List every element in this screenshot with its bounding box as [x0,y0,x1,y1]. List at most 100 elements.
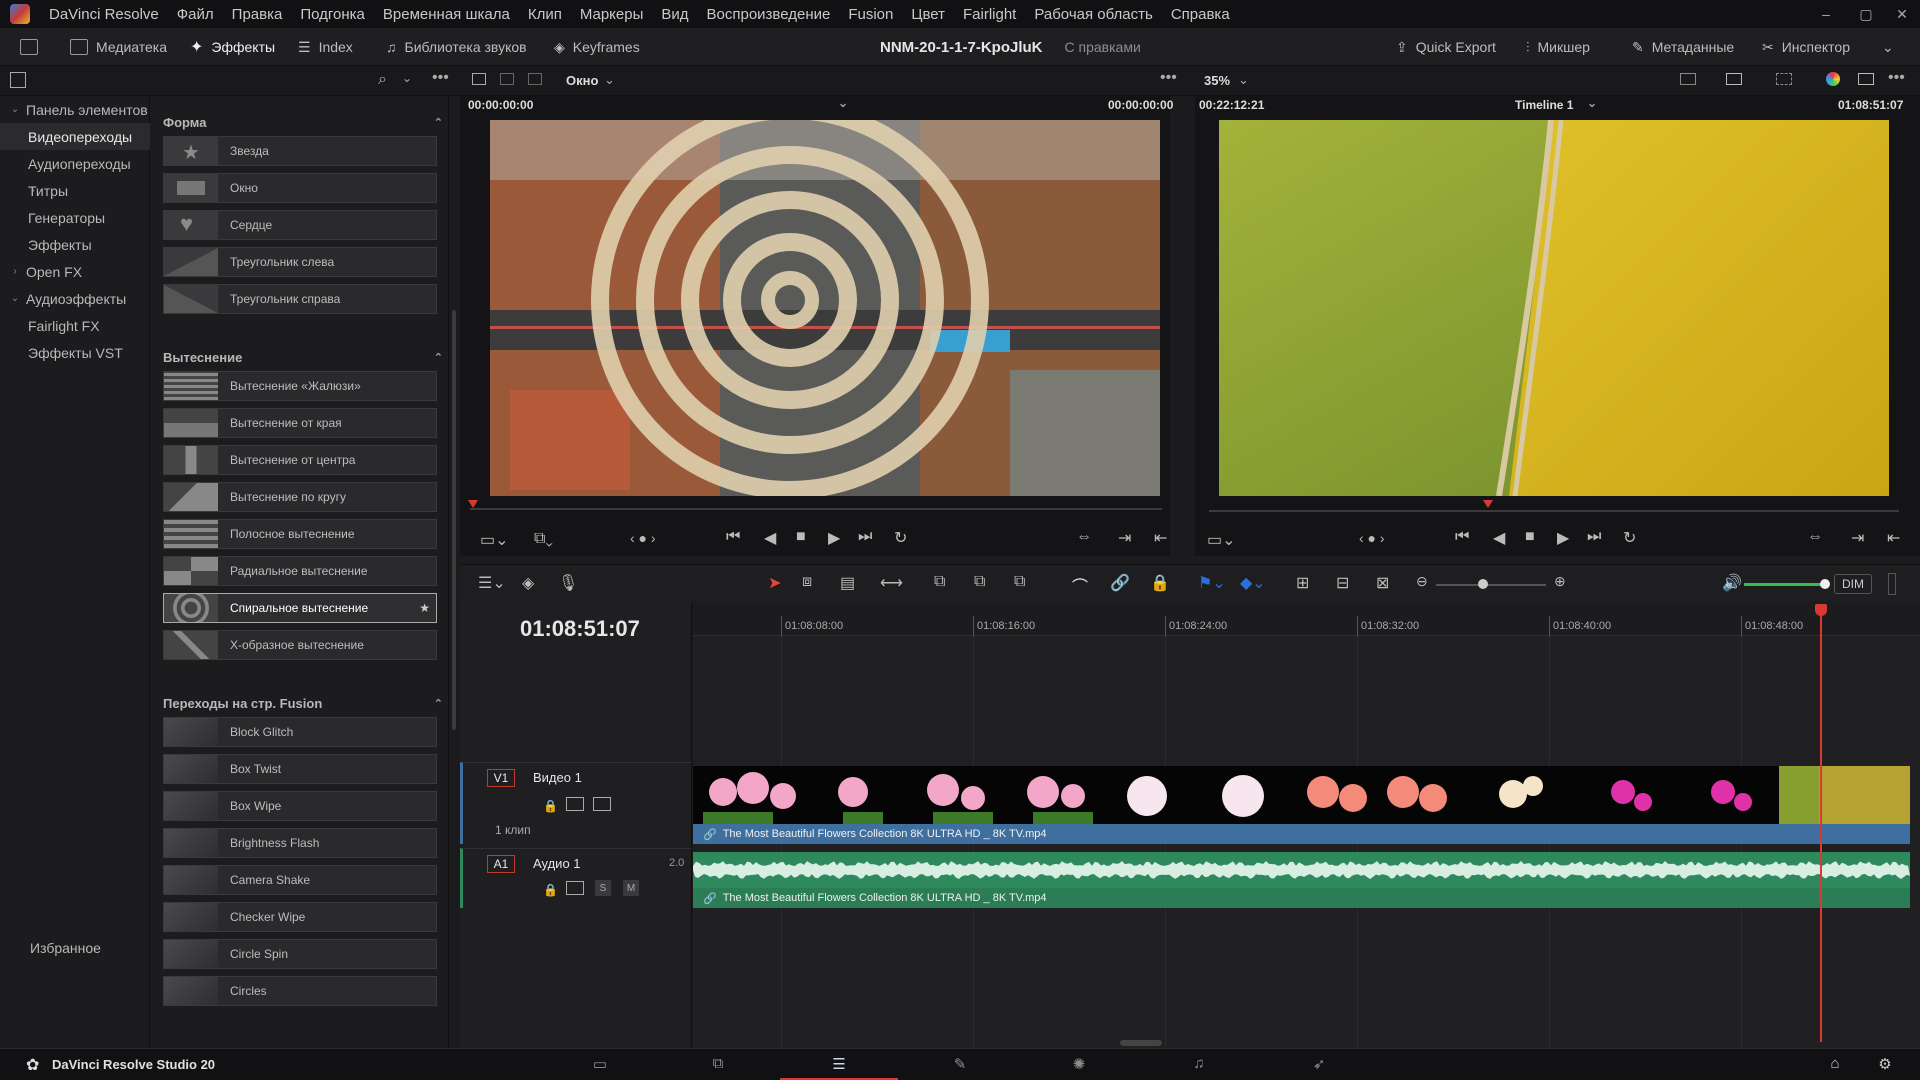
zoom-slider-handle[interactable] [1478,579,1488,589]
effect-item[interactable]: Треугольник справа [163,284,437,314]
trim-edit-icon[interactable]: ⧈ [802,573,812,591]
tree-item[interactable]: ⌄ Аудиоэффекты [0,285,150,312]
minimize-button[interactable]: – [1806,0,1846,28]
menu-view[interactable]: Вид [652,6,697,23]
chevron-up-icon[interactable]: ⌃ [434,697,443,710]
chevron-down-icon[interactable]: ⌄ [402,71,412,85]
effect-item[interactable]: Радиальное вытеснение [163,556,437,586]
fusion-page-icon[interactable]: ✎ [949,1055,971,1073]
inspector-button[interactable]: ✂ Инспектор [1762,28,1850,66]
zoom-slider[interactable] [1436,584,1546,586]
audio-track-name[interactable]: Аудио 1 [533,856,581,871]
play-reverse-icon[interactable]: ◀ [1493,528,1505,548]
menu-timeline[interactable]: Временная шкала [374,6,519,23]
chevron-down-icon[interactable]: ⌄ [1587,96,1597,114]
transform-overlay-icon[interactable] [1776,73,1792,85]
blade-icon[interactable]: ⟷ [880,573,903,593]
dual-viewer-icon[interactable] [500,73,514,85]
zoom-custom-icon[interactable]: ⊠ [1376,573,1389,593]
fullscreen-viewer-icon[interactable] [1858,73,1874,85]
effect-item[interactable]: Circle Spin [163,939,437,969]
effect-item[interactable]: Box Twist [163,754,437,784]
sound-library-button[interactable]: ♫ Библиотека звуков [386,28,527,66]
source-mode-select[interactable]: Окно [566,73,598,88]
metadata-button[interactable]: ✎ Метаданные [1632,28,1734,66]
source-playhead-marker[interactable] [468,500,478,508]
favorites-label[interactable]: Избранное [0,934,150,961]
menu-workspace[interactable]: Рабочая область [1025,6,1161,23]
stop-icon[interactable]: ■ [796,528,806,546]
effect-item[interactable]: Camera Shake [163,865,437,895]
selection-pointer-icon[interactable]: ➤ [768,573,781,593]
menu-color[interactable]: Цвет [902,6,954,23]
tree-item[interactable]: Fairlight FX [0,312,150,339]
search-icon[interactable]: ⌕ [378,71,387,89]
effect-item[interactable]: X-образное вытеснение [163,630,437,660]
effect-item[interactable]: Box Wipe [163,791,437,821]
effects-section-header[interactable]: Вытеснение ⌃ [163,345,443,369]
mark-out-icon[interactable]: ⇤ [1887,528,1900,548]
chevron-up-icon[interactable]: ⌃ [434,116,443,129]
video-track-header[interactable]: V1 Видео 1 🔒 1 клип [460,762,692,844]
effects-button[interactable]: ✦ Эффекты [190,28,275,66]
menu-help[interactable]: Справка [1162,6,1239,23]
effect-item[interactable]: Спиральное вытеснение ★ [163,593,437,623]
tree-item[interactable]: › Титры [0,177,150,204]
chevron-up-icon[interactable]: ⌃ [434,351,443,364]
tree-item[interactable]: › Open FX [0,258,150,285]
mark-in-icon[interactable]: ⇥ [1851,528,1864,548]
match-frame-icon[interactable]: ⇔ [1807,528,1823,546]
match-frame-icon[interactable]: ⇔ [1076,528,1092,546]
zoom-in-icon[interactable]: ⊕ [1554,573,1566,590]
play-icon[interactable]: ▶ [828,528,840,548]
cinema-viewer-icon[interactable] [528,73,542,85]
effects-scrollbar[interactable] [452,310,456,730]
audio-track-header[interactable]: A1 Аудио 1 2.0 🔒 S M [460,848,692,908]
audio-clip-label-bar[interactable]: 🔗 The Most Beautiful Flowers Collection … [693,888,1910,908]
go-to-start-icon[interactable]: ⏮ [1455,528,1469,546]
lock-icon[interactable]: 🔒 [543,799,558,813]
media-pool-button[interactable]: Медиатека [70,28,167,66]
position-lock-icon[interactable]: 🔒 [1150,573,1170,593]
mixer-button[interactable]: ⫶ Микшер [1526,28,1590,66]
timeline-name-select[interactable]: Timeline 1 [1515,98,1573,116]
settings-gear-icon[interactable]: ⚙ [1874,1055,1896,1073]
menu-trim[interactable]: Подгонка [291,6,374,23]
overwrite-clip-icon[interactable]: ⧉ [974,573,985,591]
effect-item[interactable]: Вытеснение по кругу [163,482,437,512]
chevron-down-icon[interactable]: ⌄ [604,72,615,88]
lock-icon[interactable]: 🔒 [543,883,558,897]
sidebar-toggle-icon[interactable] [10,72,26,88]
tree-item[interactable]: Эффекты [0,231,150,258]
jog-control-icon[interactable]: ‹ ● › [1359,530,1385,546]
track-enable-icon[interactable] [593,797,611,811]
zoom-detail-icon[interactable]: ⊟ [1336,573,1349,593]
menu-app[interactable]: DaVinci Resolve [40,6,168,23]
effect-item[interactable]: ♥ Сердце [163,210,437,240]
effect-item[interactable]: Circles [163,976,437,1006]
go-to-end-icon[interactable]: ⏭ [858,528,872,546]
more-options-icon[interactable]: ••• [432,69,449,87]
dim-button[interactable]: DIM [1834,574,1872,594]
workspace-toggle-button[interactable] [20,28,38,66]
zoom-full-icon[interactable]: ⊞ [1296,573,1309,593]
marker-icon[interactable]: ◆⌄ [1240,573,1266,593]
effect-item[interactable]: Треугольник слева [163,247,437,277]
mute-button[interactable]: M [623,880,639,896]
mark-out-icon[interactable]: ⇤ [1154,528,1167,548]
stop-icon[interactable]: ■ [1525,528,1535,546]
transform-icon[interactable]: ⧉⌄ [534,530,553,548]
track-tag-v1[interactable]: V1 [487,769,515,787]
cut-page-icon[interactable]: ⧉ [707,1055,729,1073]
flag-icon[interactable]: ⚑⌄ [1198,573,1226,593]
effect-item[interactable]: Вытеснение «Жалюзи» [163,371,437,401]
loop-icon[interactable]: ↻ [1623,528,1636,548]
viewer-crop-icon[interactable]: ▭⌄ [1207,530,1236,550]
effect-item[interactable]: Окно [163,173,437,203]
video-track-name[interactable]: Видео 1 [533,770,582,785]
close-button[interactable]: ✕ [1882,0,1920,28]
play-reverse-icon[interactable]: ◀ [764,528,776,548]
more-options-icon[interactable]: ••• [1160,69,1177,87]
favorite-star-icon[interactable]: ★ [419,601,430,615]
menu-playback[interactable]: Воспроизведение [698,6,840,23]
